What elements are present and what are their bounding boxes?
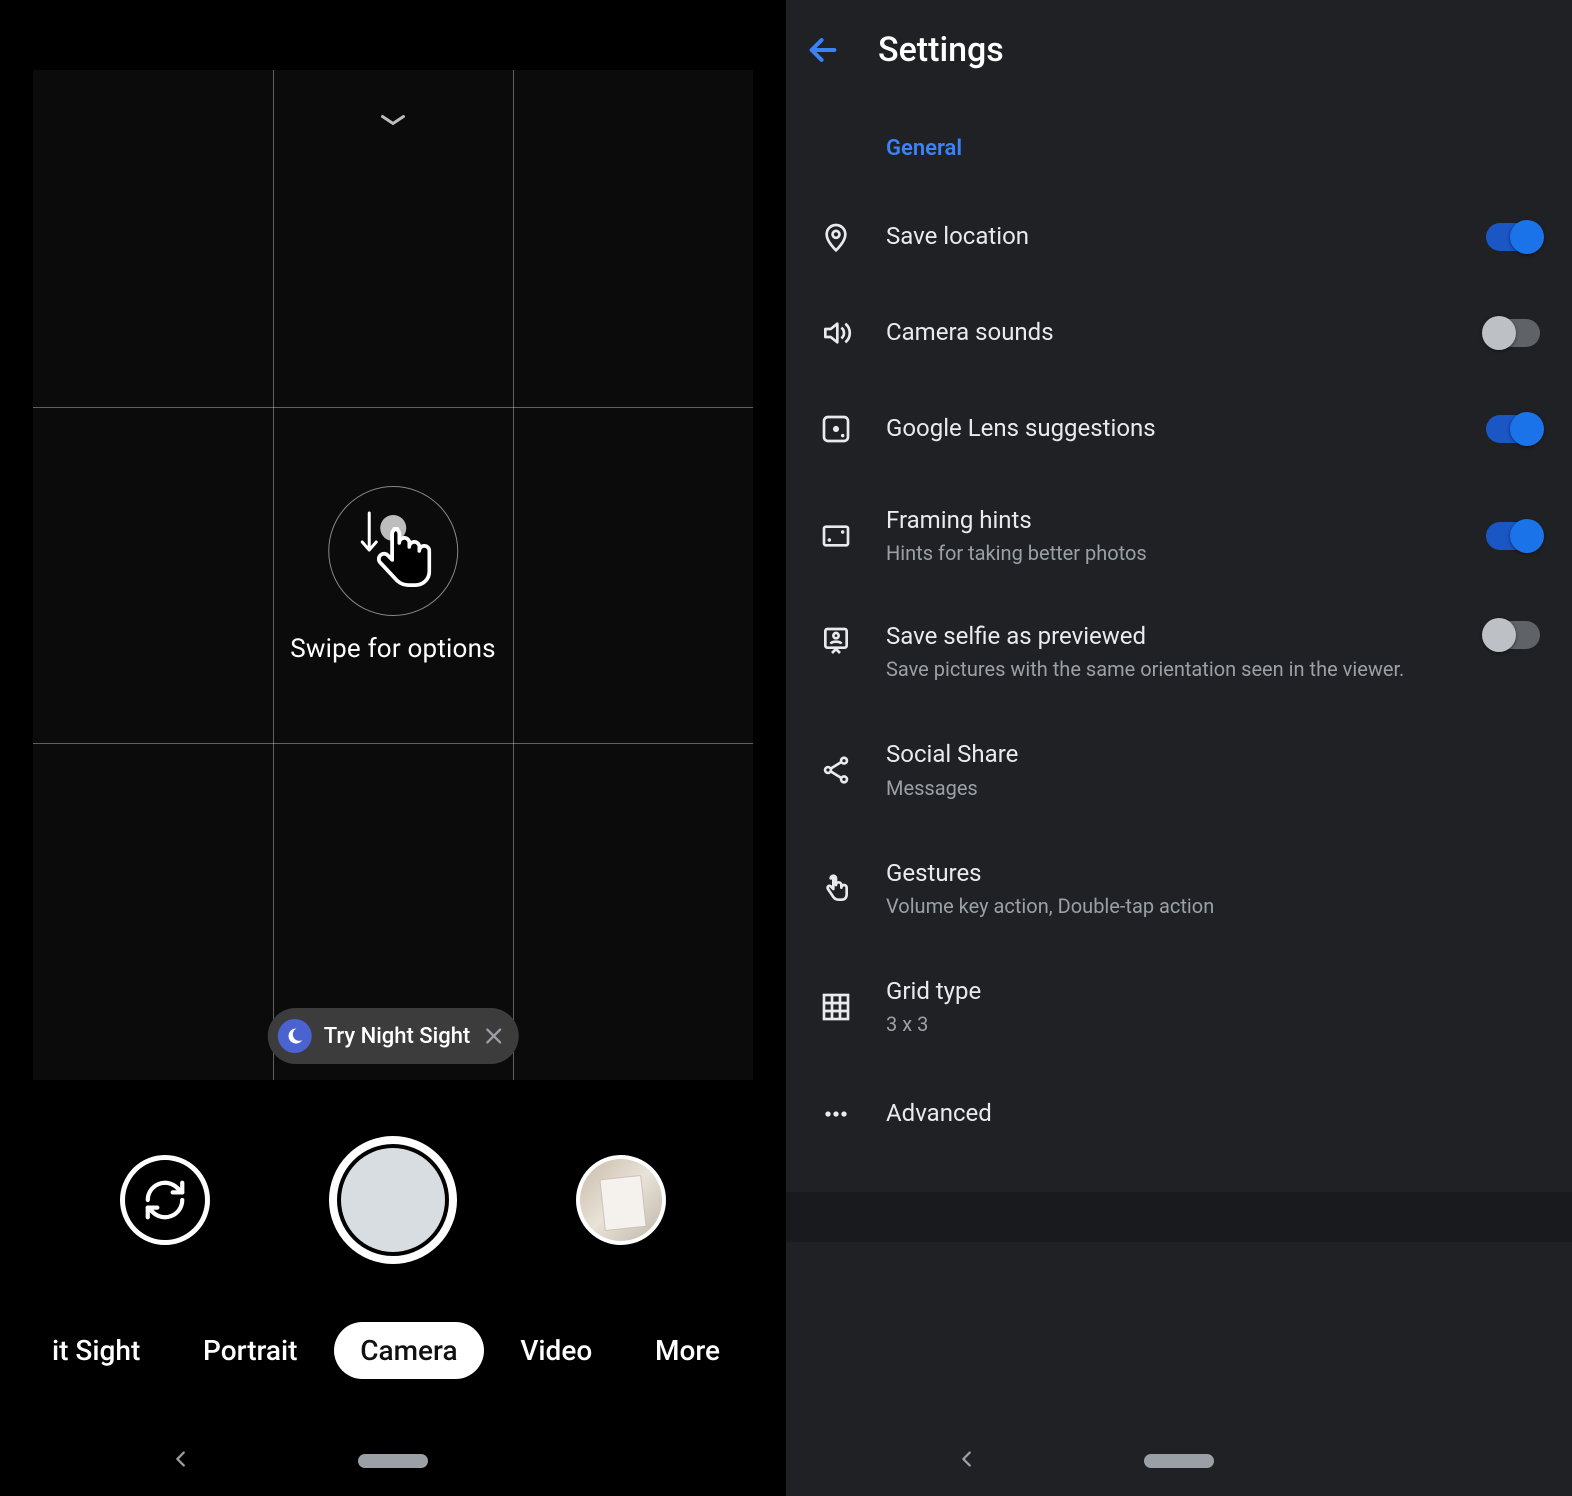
location-pin-icon (816, 217, 856, 257)
lens-icon (816, 409, 856, 449)
setting-title: Advanced (886, 1098, 1528, 1129)
gesture-icon (816, 869, 856, 909)
setting-framing-hints[interactable]: Framing hints Hints for taking better ph… (786, 477, 1548, 595)
toggle-google-lens[interactable] (1486, 415, 1540, 443)
mode-night-sight[interactable]: it Sight (26, 1322, 166, 1379)
settings-title: Settings (878, 30, 1004, 70)
camera-app-pane: Swipe for options Try Night Sight (0, 0, 786, 1496)
camera-controls (0, 1130, 786, 1270)
gallery-thumbnail[interactable] (576, 1155, 666, 1245)
setting-advanced[interactable]: Advanced (786, 1066, 1548, 1162)
system-navbar-left (0, 1426, 786, 1496)
swipe-gesture-icon (328, 486, 458, 616)
system-navbar-right (786, 1426, 1572, 1496)
settings-pane: Settings General Save location Camera so… (786, 0, 1572, 1496)
toggle-save-selfie[interactable] (1486, 621, 1540, 649)
nav-home-pill[interactable] (358, 1454, 428, 1468)
viewfinder[interactable]: Swipe for options Try Night Sight (33, 70, 753, 1080)
setting-title: Google Lens suggestions (886, 413, 1444, 444)
setting-subtitle: 3 x 3 (886, 1011, 1528, 1038)
settings-list: Save location Camera sounds Google Len (786, 189, 1572, 1162)
setting-save-location[interactable]: Save location (786, 189, 1548, 285)
setting-title: Camera sounds (886, 317, 1444, 348)
settings-header: Settings (786, 0, 1572, 100)
swipe-hint-label: Swipe for options (290, 634, 496, 664)
mode-video[interactable]: Video (494, 1322, 618, 1379)
setting-title: Social Share (886, 739, 1528, 770)
nav-back-icon[interactable] (956, 1448, 978, 1474)
close-icon[interactable] (482, 1025, 504, 1047)
toggle-save-location[interactable] (1486, 223, 1540, 251)
moon-icon (278, 1019, 312, 1053)
setting-title: Save selfie as previewed (886, 621, 1444, 652)
setting-title: Gestures (886, 858, 1528, 889)
settings-bottom-space (786, 1192, 1572, 1242)
setting-grid-type[interactable]: Grid type 3 x 3 (786, 948, 1548, 1066)
back-arrow-icon[interactable] (806, 33, 840, 67)
night-sight-chip[interactable]: Try Night Sight (268, 1008, 519, 1064)
toggle-framing-hints[interactable] (1486, 522, 1540, 550)
toggle-camera-sounds[interactable] (1486, 319, 1540, 347)
switch-camera-button[interactable] (120, 1155, 210, 1245)
chevron-down-icon[interactable] (373, 110, 413, 130)
nav-back-icon[interactable] (170, 1448, 192, 1474)
share-icon (816, 750, 856, 790)
setting-title: Grid type (886, 976, 1528, 1007)
nav-home-pill[interactable] (1144, 1454, 1214, 1468)
setting-subtitle: Save pictures with the same orientation … (886, 656, 1444, 683)
night-sight-chip-label: Try Night Sight (324, 1024, 471, 1049)
mode-more[interactable]: More (629, 1322, 746, 1379)
mode-selector[interactable]: it Sight Portrait Camera Video More (0, 1310, 786, 1390)
settings-section-general: General (786, 100, 1572, 189)
mode-camera[interactable]: Camera (334, 1322, 483, 1379)
selfie-icon (816, 621, 856, 661)
setting-save-selfie[interactable]: Save selfie as previewed Save pictures w… (786, 595, 1548, 711)
setting-social-share[interactable]: Social Share Messages (786, 711, 1548, 829)
setting-gestures[interactable]: Gestures Volume key action, Double-tap a… (786, 830, 1548, 948)
frame-icon (816, 516, 856, 556)
setting-title: Framing hints (886, 505, 1444, 536)
sound-icon (816, 313, 856, 353)
swipe-hint: Swipe for options (290, 486, 496, 664)
shutter-button[interactable] (329, 1136, 457, 1264)
setting-title: Save location (886, 221, 1444, 252)
setting-google-lens[interactable]: Google Lens suggestions (786, 381, 1548, 477)
setting-subtitle: Hints for taking better photos (886, 540, 1444, 567)
setting-subtitle: Messages (886, 775, 1528, 802)
setting-camera-sounds[interactable]: Camera sounds (786, 285, 1548, 381)
dots-icon (816, 1094, 856, 1134)
mode-portrait[interactable]: Portrait (177, 1322, 323, 1379)
grid-icon (816, 987, 856, 1027)
setting-subtitle: Volume key action, Double-tap action (886, 893, 1528, 920)
